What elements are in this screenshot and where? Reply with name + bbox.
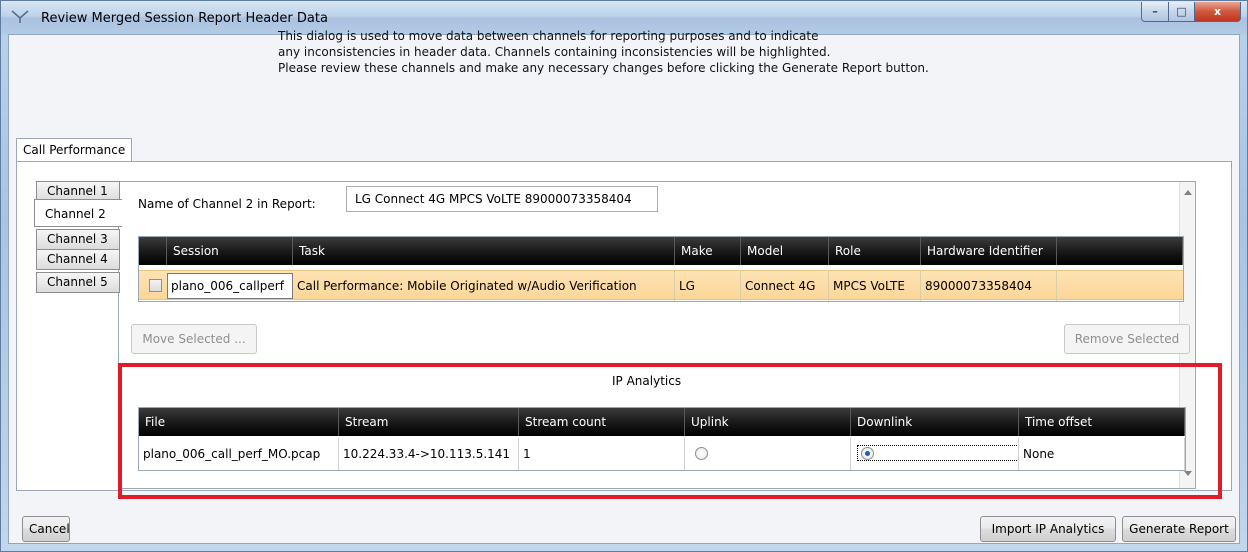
maximize-button[interactable]: □ <box>1169 2 1195 22</box>
minimize-button[interactable]: – <box>1141 2 1169 22</box>
app-icon <box>11 10 29 23</box>
channel-name-input[interactable] <box>346 186 658 212</box>
stream-cell: 10.224.33.4->10.113.5.141 <box>339 438 519 470</box>
close-button[interactable]: x <box>1195 2 1241 22</box>
intro-line: This dialog is used to move data between… <box>278 29 819 43</box>
remove-selected-button[interactable]: Remove Selected <box>1064 324 1190 354</box>
window-title: Review Merged Session Report Header Data <box>41 11 328 26</box>
ip-analytics-row[interactable]: plano_006_call_perf_MO.pcap 10.224.33.4-… <box>139 438 1185 470</box>
intro-text: This dialog is used to move data between… <box>278 28 1178 76</box>
column-header-hardware-identifier[interactable]: Hardware Identifier <box>921 237 1057 265</box>
column-header-make[interactable]: Make <box>675 237 741 265</box>
tab-call-performance[interactable]: Call Performance <box>16 138 133 162</box>
session-grid-header: Session Task Make Model Role Hardware Id… <box>139 237 1183 265</box>
session-row-checkbox[interactable] <box>149 279 162 292</box>
session-row[interactable]: plano_006_callperf Call Performance: Mob… <box>139 270 1183 301</box>
session-grid: Session Task Make Model Role Hardware Id… <box>138 236 1184 302</box>
import-ip-analytics-button[interactable]: Import IP Analytics <box>980 516 1116 542</box>
tab-channel-3[interactable]: Channel 3 <box>36 229 120 250</box>
ip-analytics-title: IP Analytics <box>612 374 682 388</box>
hardware-identifier-cell: 89000073358404 <box>921 271 1057 301</box>
column-header-role[interactable]: Role <box>829 237 921 265</box>
role-cell: MPCS VoLTE <box>829 271 921 301</box>
task-cell: Call Performance: Mobile Originated w/Au… <box>293 271 675 301</box>
cancel-button[interactable]: Cancel <box>22 516 70 542</box>
maximize-icon: □ <box>1176 5 1187 18</box>
minimize-icon: – <box>1152 5 1158 18</box>
scroll-up-icon[interactable] <box>1184 190 1192 195</box>
tab-channel-5[interactable]: Channel 5 <box>36 272 120 293</box>
intro-line: any inconsistencies in header data. Chan… <box>278 45 831 59</box>
column-header-filler <box>1057 237 1183 265</box>
column-header-task[interactable]: Task <box>293 237 675 265</box>
select-column-header <box>139 237 167 265</box>
scroll-down-icon[interactable] <box>1184 471 1192 476</box>
focus-indicator <box>857 445 1018 461</box>
close-icon: x <box>1213 5 1222 18</box>
window-controls: – □ x <box>1141 2 1241 22</box>
downlink-cell <box>851 438 1019 470</box>
column-header-model[interactable]: Model <box>741 237 829 265</box>
model-cell: Connect 4G <box>741 271 829 301</box>
column-header-stream[interactable]: Stream <box>339 408 519 436</box>
column-header-file[interactable]: File <box>139 408 339 436</box>
move-selected-button[interactable]: Move Selected ... <box>131 324 257 354</box>
file-cell: plano_006_call_perf_MO.pcap <box>139 438 339 470</box>
uplink-cell <box>685 438 851 470</box>
ip-grid-header: File Stream Stream count Uplink Downlink… <box>139 408 1185 436</box>
tab-channel-2[interactable]: Channel 2 <box>34 199 122 227</box>
generate-report-button[interactable]: Generate Report <box>1122 516 1236 542</box>
uplink-radio[interactable] <box>695 447 708 460</box>
channel-name-label: Name of Channel 2 in Report: <box>138 197 316 211</box>
intro-line: Please review these channels and make an… <box>278 61 929 75</box>
make-cell: LG <box>675 271 741 301</box>
ip-analytics-grid: File Stream Stream count Uplink Downlink… <box>138 407 1186 471</box>
stream-count-cell: 1 <box>519 438 685 470</box>
column-header-session[interactable]: Session <box>167 237 293 265</box>
column-header-stream-count[interactable]: Stream count <box>519 408 685 436</box>
column-header-downlink[interactable]: Downlink <box>851 408 1019 436</box>
column-header-time-offset[interactable]: Time offset <box>1019 408 1185 436</box>
time-offset-cell: None <box>1019 438 1185 470</box>
session-cell[interactable]: plano_006_callperf <box>167 273 293 299</box>
downlink-radio[interactable] <box>861 447 874 460</box>
column-header-uplink[interactable]: Uplink <box>685 408 851 436</box>
tab-channel-4[interactable]: Channel 4 <box>36 249 120 270</box>
